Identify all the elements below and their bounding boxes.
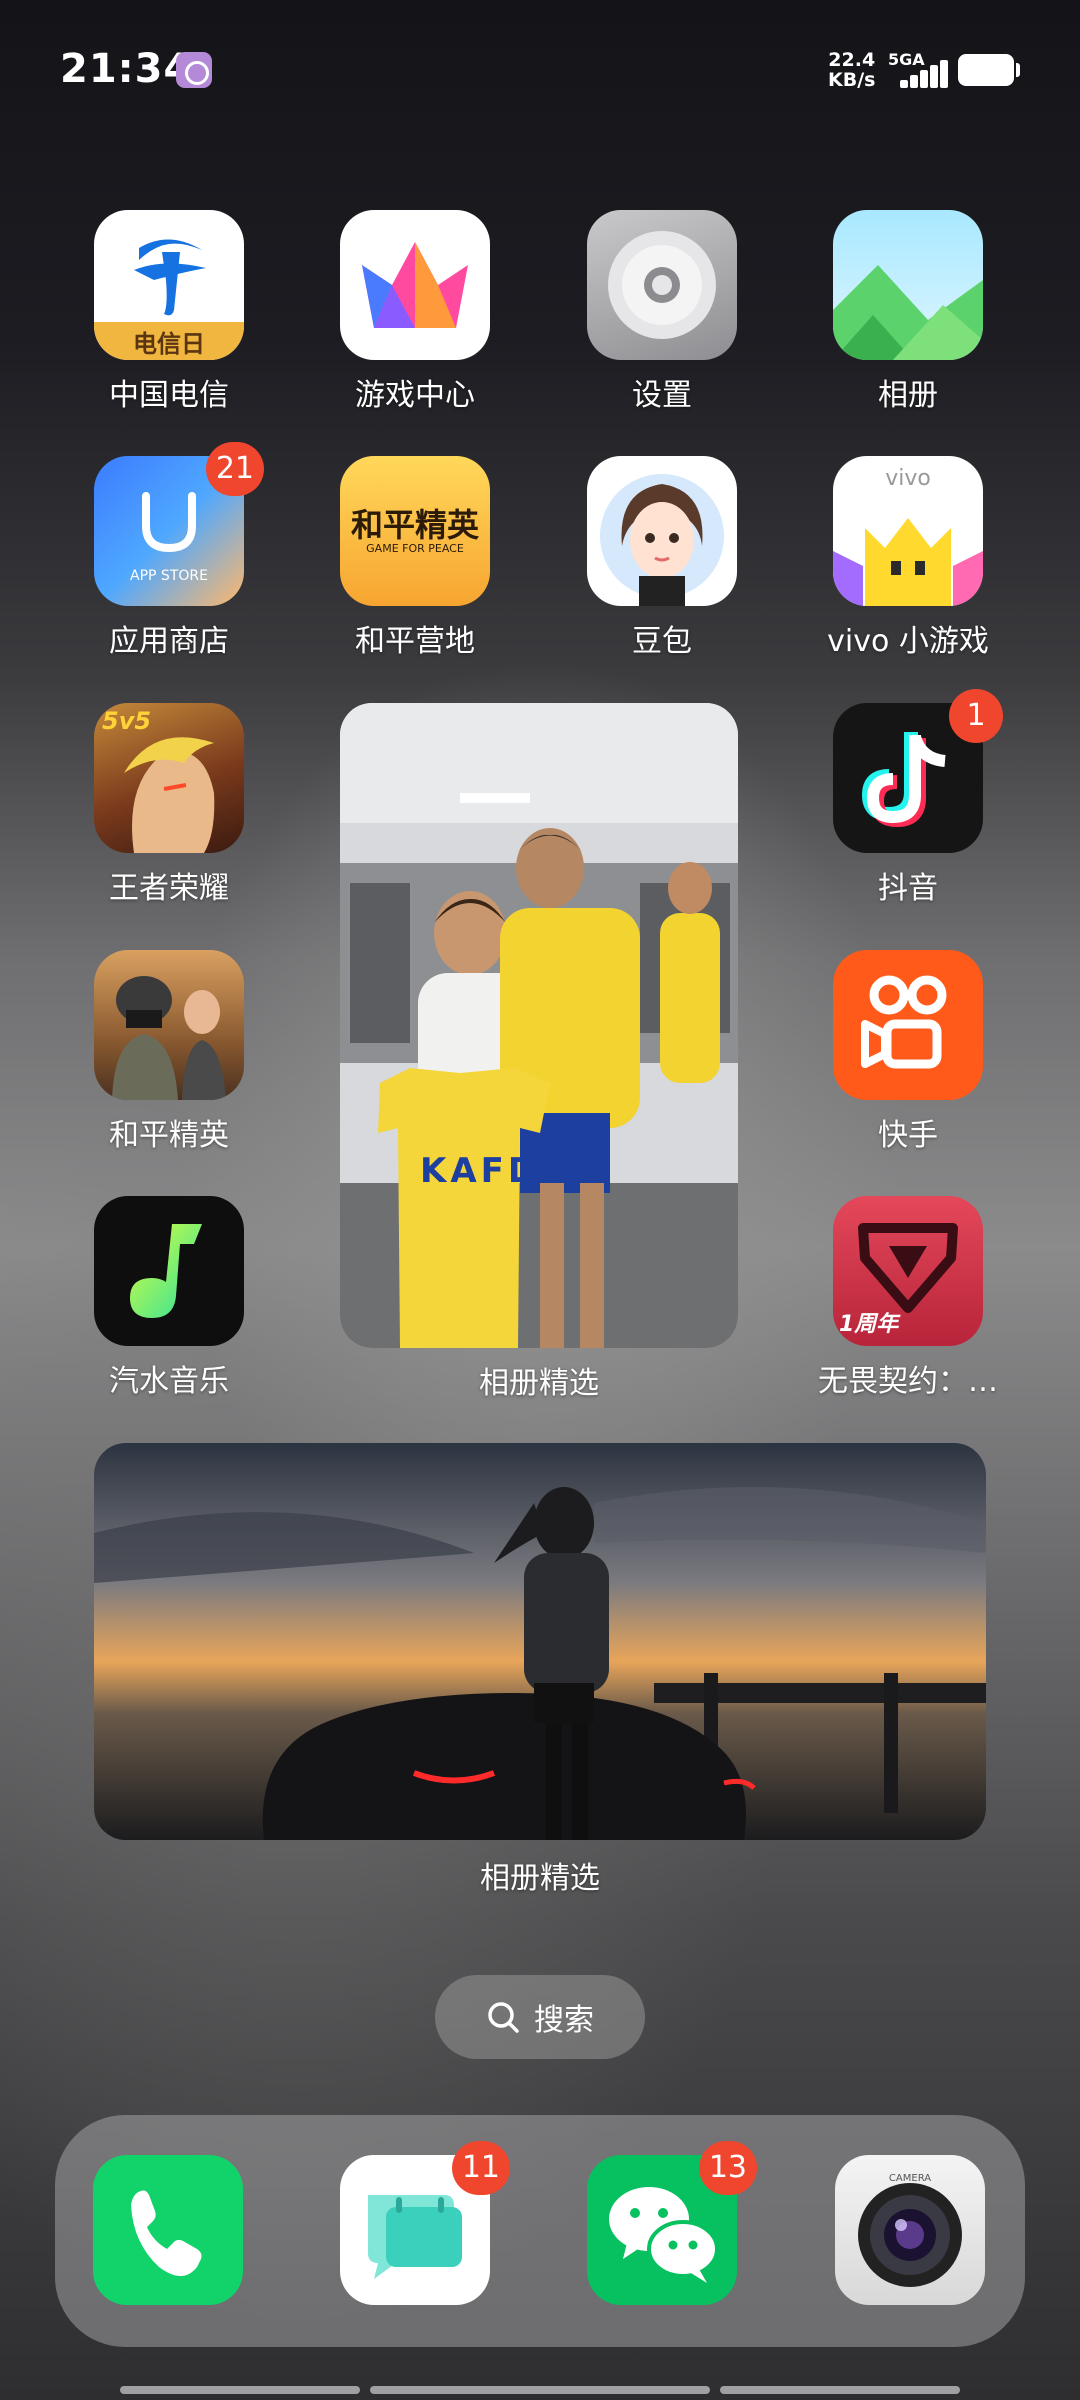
photo-widget-label-2: 相册精选	[480, 1861, 600, 1896]
app-peace-camp[interactable]: 和平精英 GAME FOR PEACE 和平营地	[315, 456, 515, 660]
search-icon	[488, 2002, 519, 2033]
app-album[interactable]: 相册	[808, 210, 1008, 414]
honor-of-kings-icon-text: 5v5	[102, 707, 152, 735]
peace-camp-icon-text: 和平精英	[350, 506, 479, 544]
china-telecom-icon: 电信日	[94, 210, 244, 360]
app-app-store[interactable]: APP STORE 21 应用商店	[69, 442, 269, 660]
app-store-icon: APP STORE 21	[94, 442, 264, 606]
photo-widget-album-featured-2[interactable]	[94, 1443, 986, 1840]
dock: 11 13 CAMERA	[55, 2115, 1025, 2347]
douyin-note-icon: 1	[833, 689, 1003, 853]
home-indicator[interactable]	[370, 2386, 710, 2394]
vivo-games-icon: vivo	[833, 456, 983, 606]
app-label: 相册	[878, 378, 938, 413]
peace-camp-icon-subtext: GAME FOR PEACE	[366, 542, 464, 555]
dock-messages-app[interactable]: 11	[340, 2141, 510, 2305]
app-label: 快手	[878, 1118, 938, 1153]
valorant-icon-text: 1周年	[839, 1312, 899, 1337]
peace-elite-icon	[94, 950, 244, 1100]
search-label: 搜索	[534, 2003, 594, 2038]
app-label: 豆包	[632, 624, 692, 659]
qishui-music-note-icon	[94, 1196, 244, 1346]
app-douyin[interactable]: 1 抖音	[808, 689, 1008, 907]
home-indicator-right	[720, 2386, 960, 2394]
status-bar: 21:34 22.4 KB/s 5GA	[0, 0, 1080, 140]
app-valorant[interactable]: 1周年 无畏契约：…	[808, 1196, 1008, 1400]
kuaishou-camera-icon	[833, 950, 983, 1100]
battery-icon	[958, 54, 1020, 86]
status-time: 21:34	[60, 46, 193, 92]
search-button[interactable]: 搜索	[435, 1975, 645, 2059]
app-label: 游戏中心	[355, 378, 475, 413]
phone-icon	[131, 2190, 202, 2276]
honor-of-kings-icon: 5v5	[94, 703, 244, 853]
peace-camp-icon: 和平精英 GAME FOR PEACE	[340, 456, 490, 606]
photo-widget-label: 相册精选	[479, 1366, 599, 1401]
app-label: 王者荣耀	[109, 871, 229, 906]
app-label: 汽水音乐	[109, 1364, 229, 1399]
app-label: vivo 小游戏	[827, 624, 989, 659]
app-label: 应用商店	[109, 624, 229, 659]
app-china-telecom[interactable]: 电信日 中国电信	[69, 210, 269, 414]
app-store-icon-text: APP STORE	[130, 568, 208, 584]
wechat-badge: 13	[698, 2141, 757, 2195]
dock-wechat-app[interactable]: 13	[587, 2141, 757, 2305]
app-label: 抖音	[878, 871, 938, 906]
app-settings[interactable]: 设置	[562, 210, 762, 414]
vivo-games-icon-text: vivo	[885, 466, 931, 491]
dock-camera-app[interactable]: CAMERA	[835, 2155, 985, 2305]
home-indicator-left	[120, 2386, 360, 2394]
valorant-icon: 1周年	[833, 1196, 983, 1346]
signal-icon	[890, 60, 948, 88]
app-honor-of-kings[interactable]: 5v5 王者荣耀	[69, 703, 269, 907]
gear-icon	[587, 210, 737, 360]
network-speed: 22.4 KB/s	[828, 49, 876, 91]
photo-widget-album-featured[interactable]: KAFD	[340, 703, 738, 1348]
jersey-text: KAFD	[420, 1151, 541, 1191]
app-game-center[interactable]: 游戏中心	[315, 210, 515, 414]
doubao-avatar-icon	[587, 456, 737, 606]
app-qishui-music[interactable]: 汽水音乐	[69, 1196, 269, 1400]
album-mountain-icon	[833, 210, 983, 360]
app-peace-elite[interactable]: 和平精英	[69, 950, 269, 1154]
app-vivo-games[interactable]: vivo vivo 小游戏	[808, 456, 1008, 660]
app-label: 设置	[632, 378, 692, 413]
app-store-badge: 21	[205, 442, 264, 496]
app-label: 和平精英	[109, 1118, 229, 1153]
app-label: 中国电信	[109, 378, 229, 413]
messages-badge: 11	[451, 2141, 510, 2195]
camera-icon-text: CAMERA	[888, 2173, 932, 2184]
china-telecom-icon-text: 电信日	[133, 330, 205, 358]
app-doubao[interactable]: 豆包	[562, 456, 762, 660]
notification-app-icon	[176, 52, 212, 88]
game-center-crown-icon	[340, 210, 490, 360]
app-label: 无畏契约：…	[818, 1364, 998, 1399]
app-kuaishou[interactable]: 快手	[808, 950, 1008, 1154]
app-label: 和平营地	[355, 624, 475, 659]
dock-phone-app[interactable]	[93, 2155, 243, 2305]
douyin-badge: 1	[949, 689, 1003, 743]
